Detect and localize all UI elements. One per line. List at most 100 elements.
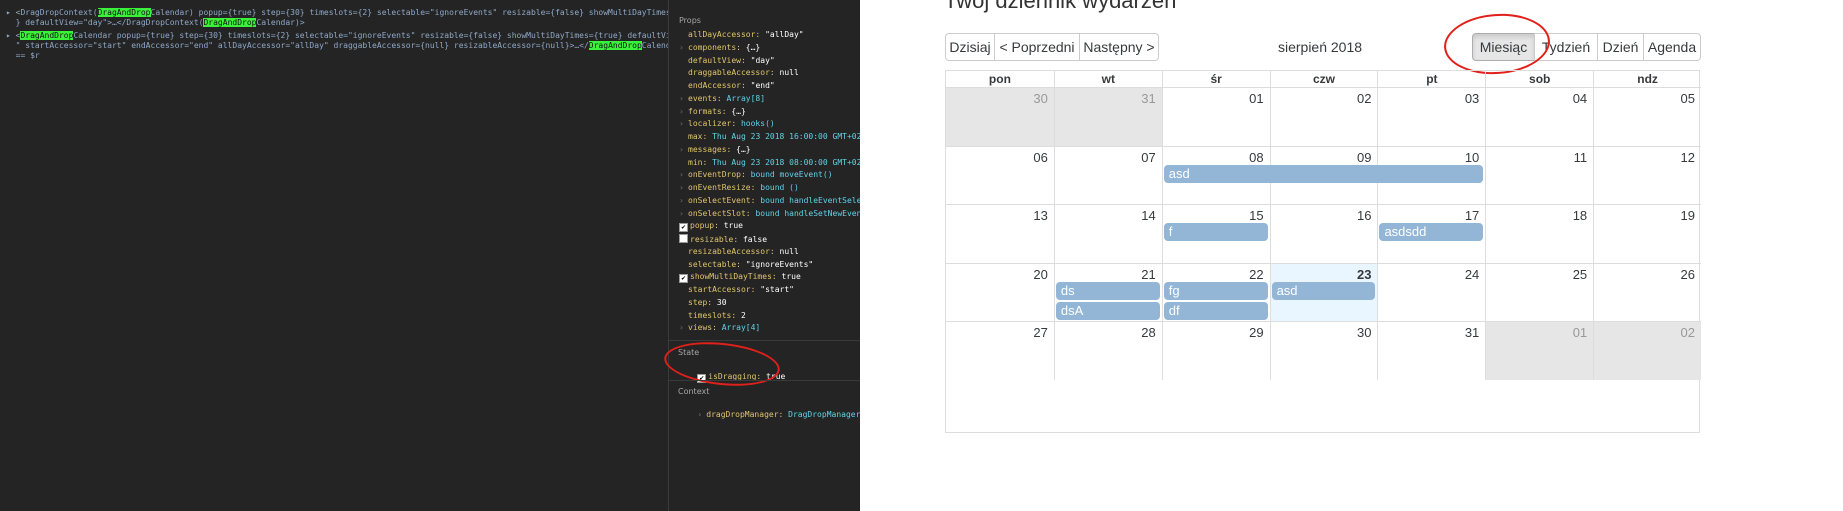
- calendar-event[interactable]: asdsdd: [1379, 223, 1484, 242]
- date-number[interactable]: 16: [1357, 208, 1371, 223]
- date-number[interactable]: 24: [1465, 267, 1479, 282]
- date-number[interactable]: 31: [1141, 91, 1155, 106]
- expand-arrow-icon[interactable]: ›: [679, 323, 688, 333]
- prop-row[interactable]: max: Thu Aug 23 2018 16:00:00 GMT+0200: [679, 132, 871, 142]
- prop-row[interactable]: ✔ showMultiDayTimes: true: [679, 272, 801, 284]
- tree-line[interactable]: } defaultView="day">…</DragDropContext(D…: [6, 17, 305, 28]
- expand-arrow-icon[interactable]: ›: [679, 196, 688, 206]
- prop-row[interactable]: › onSelectSlot: bound handleSetNewEvent: [679, 209, 866, 219]
- prop-row[interactable]: › events: Array[8]: [679, 94, 765, 104]
- day-cell[interactable]: 01: [1485, 321, 1594, 380]
- date-number[interactable]: 17: [1465, 208, 1479, 223]
- prop-row[interactable]: endAccessor: "end": [679, 81, 775, 91]
- calendar-event[interactable]: dsA: [1055, 301, 1160, 320]
- prop-row[interactable]: › messages: {…}: [679, 145, 751, 155]
- day-cell[interactable]: 27: [946, 321, 1054, 380]
- prop-row[interactable]: draggableAccessor: null: [679, 68, 799, 78]
- next-button[interactable]: Następny >: [1079, 33, 1159, 61]
- day-cell[interactable]: 13: [946, 204, 1054, 263]
- prop-row[interactable]: resizableAccessor: null: [679, 247, 799, 257]
- date-number[interactable]: 27: [1033, 325, 1047, 340]
- prop-row[interactable]: timeslots: 2: [679, 311, 746, 321]
- date-number[interactable]: 23: [1357, 267, 1371, 282]
- expand-arrow-icon[interactable]: ›: [679, 119, 688, 129]
- context-drag-drop-manager[interactable]: › dragDropManager: DragDropManager{…}: [678, 400, 875, 430]
- date-number[interactable]: 09: [1357, 150, 1371, 165]
- date-number[interactable]: 26: [1681, 267, 1695, 282]
- prop-row[interactable]: › onEventResize: bound (): [679, 183, 799, 193]
- date-number[interactable]: 30: [1033, 91, 1047, 106]
- expand-arrow-icon[interactable]: ›: [679, 94, 688, 104]
- date-number[interactable]: 22: [1249, 267, 1263, 282]
- today-button[interactable]: Dzisiaj: [945, 33, 995, 61]
- calendar-event[interactable]: ds: [1055, 281, 1160, 300]
- day-cell[interactable]: 24: [1377, 262, 1486, 322]
- prop-row[interactable]: step: 30: [679, 298, 727, 308]
- date-number[interactable]: 01: [1249, 91, 1263, 106]
- date-number[interactable]: 30: [1357, 325, 1371, 340]
- view-agenda-button[interactable]: Agenda: [1643, 33, 1701, 61]
- prop-row[interactable]: min: Thu Aug 23 2018 08:00:00 GMT+0200: [679, 158, 871, 168]
- day-cell[interactable]: 28: [1053, 321, 1162, 380]
- prop-row[interactable]: › localizer: hooks(): [679, 119, 775, 129]
- previous-button[interactable]: < Poprzedni: [994, 33, 1080, 61]
- day-cell[interactable]: 12: [1593, 145, 1702, 205]
- view-day-button[interactable]: Dzień: [1597, 33, 1644, 61]
- calendar-event[interactable]: asd: [1271, 281, 1376, 300]
- prop-row[interactable]: › views: Array[4]: [679, 323, 760, 333]
- day-cell[interactable]: 07: [1053, 145, 1162, 205]
- day-cell[interactable]: 29: [1161, 321, 1270, 380]
- calendar-event[interactable]: asd: [1163, 164, 1484, 183]
- date-number[interactable]: 01: [1573, 325, 1587, 340]
- prop-row[interactable]: resizable: false: [679, 234, 767, 245]
- prop-row[interactable]: › components: {…}: [679, 43, 760, 53]
- day-cell[interactable]: 20: [946, 262, 1054, 322]
- date-number[interactable]: 07: [1141, 150, 1155, 165]
- day-cell[interactable]: 02: [1593, 321, 1702, 380]
- date-number[interactable]: 21: [1141, 267, 1155, 282]
- day-cell[interactable]: 06: [946, 145, 1054, 205]
- date-number[interactable]: 05: [1681, 91, 1695, 106]
- checkbox-checked-icon[interactable]: ✔: [679, 223, 688, 233]
- tree-line[interactable]: == $r: [6, 50, 40, 61]
- prop-row[interactable]: › onEventDrop: bound moveEvent(): [679, 170, 833, 180]
- expand-arrow-icon[interactable]: ›: [679, 145, 688, 155]
- day-cell[interactable]: 25: [1485, 262, 1594, 322]
- day-cell[interactable]: 01: [1161, 87, 1270, 146]
- date-number[interactable]: 08: [1249, 150, 1263, 165]
- date-number[interactable]: 15: [1249, 208, 1263, 223]
- day-cell[interactable]: 11: [1485, 145, 1594, 205]
- prop-row[interactable]: › onSelectEvent: bound handleEventSelect: [679, 196, 871, 206]
- calendar-event[interactable]: df: [1163, 301, 1268, 320]
- day-cell[interactable]: 31: [1053, 87, 1162, 146]
- expand-arrow-icon[interactable]: ›: [679, 43, 688, 53]
- date-number[interactable]: 04: [1573, 91, 1587, 106]
- date-number[interactable]: 12: [1681, 150, 1695, 165]
- day-cell[interactable]: 31: [1377, 321, 1486, 380]
- date-number[interactable]: 03: [1465, 91, 1479, 106]
- prop-row[interactable]: ✔ popup: true: [679, 221, 743, 233]
- expand-arrow-icon[interactable]: ›: [679, 170, 688, 180]
- expand-arrow-icon[interactable]: ›: [679, 183, 688, 193]
- prop-row[interactable]: allDayAccessor: "allDay": [679, 30, 804, 40]
- day-cell[interactable]: 04: [1485, 87, 1594, 146]
- day-cell[interactable]: 30: [946, 87, 1054, 146]
- day-cell[interactable]: 05: [1593, 87, 1702, 146]
- day-cell[interactable]: 18: [1485, 204, 1594, 263]
- date-number[interactable]: 25: [1573, 267, 1587, 282]
- date-number[interactable]: 31: [1465, 325, 1479, 340]
- expand-arrow-icon[interactable]: ›: [679, 209, 688, 219]
- date-number[interactable]: 02: [1681, 325, 1695, 340]
- tree-line[interactable]: " startAccessor="start" endAccessor="end…: [6, 40, 685, 51]
- date-number[interactable]: 02: [1357, 91, 1371, 106]
- date-number[interactable]: 20: [1033, 267, 1047, 282]
- date-number[interactable]: 10: [1465, 150, 1479, 165]
- day-cell[interactable]: 26: [1593, 262, 1702, 322]
- date-number[interactable]: 29: [1249, 325, 1263, 340]
- day-cell[interactable]: 30: [1269, 321, 1378, 380]
- day-cell[interactable]: 03: [1377, 87, 1486, 146]
- date-number[interactable]: 19: [1681, 208, 1695, 223]
- calendar-event[interactable]: fg: [1163, 281, 1268, 300]
- checkbox-unchecked-icon[interactable]: [679, 234, 688, 243]
- prop-row[interactable]: › formats: {…}: [679, 107, 746, 117]
